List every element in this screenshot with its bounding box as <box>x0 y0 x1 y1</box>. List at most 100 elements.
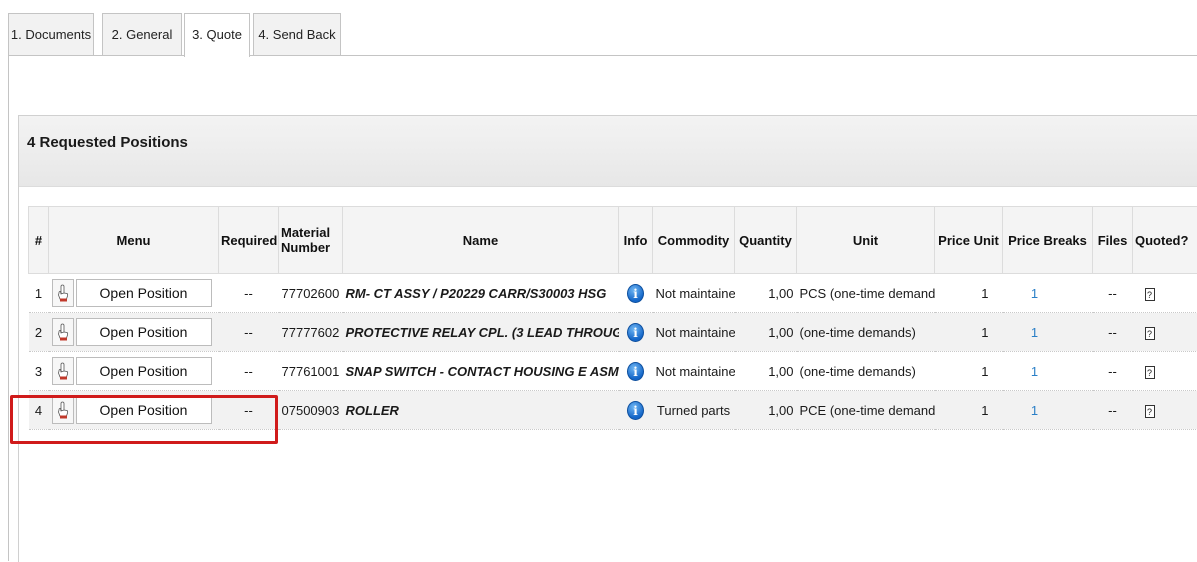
price-breaks-link[interactable]: 1 <box>1031 403 1038 418</box>
open-position-button[interactable]: Open Position <box>76 396 212 424</box>
header-quantity[interactable]: Quantity <box>735 207 797 274</box>
menu-cell: Open Position <box>49 391 219 430</box>
files-value: -- <box>1093 352 1133 391</box>
price-unit-value: 1 <box>935 313 1003 352</box>
question-box-icon[interactable]: ? <box>1145 327 1155 340</box>
header-required[interactable]: Required <box>219 207 279 274</box>
required-value: -- <box>219 391 279 430</box>
header-material-number[interactable]: Material Number <box>279 207 343 274</box>
table-row: 3Open Position--77761001SNAP SWITCH - CO… <box>29 352 1197 391</box>
question-box-icon[interactable]: ? <box>1145 288 1155 301</box>
table-header-row: # Menu Required Material Number Name Inf… <box>29 207 1197 274</box>
price-unit-value: 1 <box>935 391 1003 430</box>
open-position-button[interactable]: Open Position <box>76 318 212 346</box>
panel-title: 4 Requested Positions <box>27 134 188 151</box>
files-value: -- <box>1093 391 1133 430</box>
header-commodity[interactable]: Commodity <box>653 207 735 274</box>
price-unit-value: 1 <box>935 274 1003 313</box>
row-number: 3 <box>29 352 49 391</box>
quoted-cell: ? <box>1133 391 1197 430</box>
required-value: -- <box>219 352 279 391</box>
tab-send-back[interactable]: 4. Send Back <box>253 13 341 55</box>
panel-header: 4 Requested Positions <box>19 116 1197 187</box>
header-name[interactable]: Name <box>343 207 619 274</box>
commodity-value: Not maintained <box>653 352 735 391</box>
position-name: ROLLER <box>343 391 619 430</box>
header-num[interactable]: # <box>29 207 49 274</box>
quoted-cell: ? <box>1133 313 1197 352</box>
header-material-line1: Material <box>281 225 330 240</box>
position-name: SNAP SWITCH - CONTACT HOUSING E ASM <box>343 352 619 391</box>
quoted-cell: ? <box>1133 274 1197 313</box>
price-breaks-cell: 1 <box>1003 352 1093 391</box>
menu-cell: Open Position <box>49 352 219 391</box>
info-icon[interactable]: i <box>627 284 644 303</box>
price-breaks-cell: 1 <box>1003 274 1093 313</box>
row-number: 2 <box>29 313 49 352</box>
quoted-cell: ? <box>1133 352 1197 391</box>
info-cell: i <box>619 352 653 391</box>
table-row: 4Open Position--07500903ROLLERiTurned pa… <box>29 391 1197 430</box>
quantity-value: 1,00 <box>735 274 797 313</box>
commodity-value: Not maintained <box>653 274 735 313</box>
required-value: -- <box>219 313 279 352</box>
table-row: 2 Open Position--77777602PROTECTIVE RELAY… <box>29 313 1197 352</box>
row-number: 4 <box>29 391 49 430</box>
unit-value: PCE (one-time demands) <box>797 391 935 430</box>
material-number: 77761001 <box>279 352 343 391</box>
position-name: PROTECTIVE RELAY CPL. (3 LEAD THROUGH ) <box>343 313 619 352</box>
material-number: 77702600 <box>279 274 343 313</box>
material-number: 77777602 <box>279 313 343 352</box>
files-value: -- <box>1093 274 1133 313</box>
price-breaks-link[interactable]: 1 <box>1031 325 1038 340</box>
quantity-value: 1,00 <box>735 313 797 352</box>
material-number: 07500903 <box>279 391 343 430</box>
unit-value: (one-time demands) <box>797 352 935 391</box>
hand-pointer-icon-graphic <box>57 323 69 341</box>
header-price-unit[interactable]: Price Unit <box>935 207 1003 274</box>
info-icon[interactable]: i <box>627 401 644 420</box>
question-box-icon[interactable]: ? <box>1145 405 1155 418</box>
info-icon[interactable]: i <box>627 323 644 342</box>
price-unit-value: 1 <box>935 352 1003 391</box>
header-files[interactable]: Files <box>1093 207 1133 274</box>
table-row: 1Open Position--77702600RM- CT ASSY / P2… <box>29 274 1197 313</box>
header-info[interactable]: Info <box>619 207 653 274</box>
tab-general[interactable]: 2. General <box>102 13 182 55</box>
tab-bar: 1. Documents 2. General 3. Quote 4. Send… <box>8 13 1197 55</box>
hand-pointer-icon-graphic <box>57 362 69 380</box>
hand-pointer-icon[interactable] <box>52 357 74 385</box>
open-position-button[interactable]: Open Position <box>76 357 212 385</box>
hand-pointer-icon[interactable] <box>52 318 74 346</box>
commodity-value: Not maintained <box>653 313 735 352</box>
tab-quote[interactable]: 3. Quote <box>184 13 250 57</box>
unit-value: (one-time demands) <box>797 313 935 352</box>
commodity-value: Turned parts <box>653 391 735 430</box>
header-material-line2: Number <box>281 240 330 255</box>
unit-value: PCS (one-time demands) <box>797 274 935 313</box>
hand-pointer-icon-graphic <box>57 284 69 302</box>
price-breaks-cell: 1 <box>1003 313 1093 352</box>
hand-pointer-icon[interactable] <box>52 279 74 307</box>
info-cell: i <box>619 391 653 430</box>
quantity-value: 1,00 <box>735 391 797 430</box>
price-breaks-link[interactable]: 1 <box>1031 286 1038 301</box>
open-position-button[interactable]: Open Position <box>76 279 212 307</box>
info-icon[interactable]: i <box>627 362 644 381</box>
tab-documents[interactable]: 1. Documents <box>8 13 94 55</box>
header-price-breaks[interactable]: Price Breaks <box>1003 207 1093 274</box>
header-quoted[interactable]: Quoted? <box>1133 207 1197 274</box>
required-value: -- <box>219 274 279 313</box>
question-box-icon[interactable]: ? <box>1145 366 1155 379</box>
position-name: RM- CT ASSY / P20229 CARR/S30003 HSG <box>343 274 619 313</box>
price-breaks-cell: 1 <box>1003 391 1093 430</box>
header-menu[interactable]: Menu <box>49 207 219 274</box>
info-cell: i <box>619 313 653 352</box>
price-breaks-link[interactable]: 1 <box>1031 364 1038 379</box>
info-cell: i <box>619 274 653 313</box>
positions-table: # Menu Required Material Number Name Inf… <box>28 206 1197 430</box>
menu-cell: Open Position <box>49 274 219 313</box>
quantity-value: 1,00 <box>735 352 797 391</box>
header-unit[interactable]: Unit <box>797 207 935 274</box>
hand-pointer-icon[interactable] <box>52 396 74 424</box>
